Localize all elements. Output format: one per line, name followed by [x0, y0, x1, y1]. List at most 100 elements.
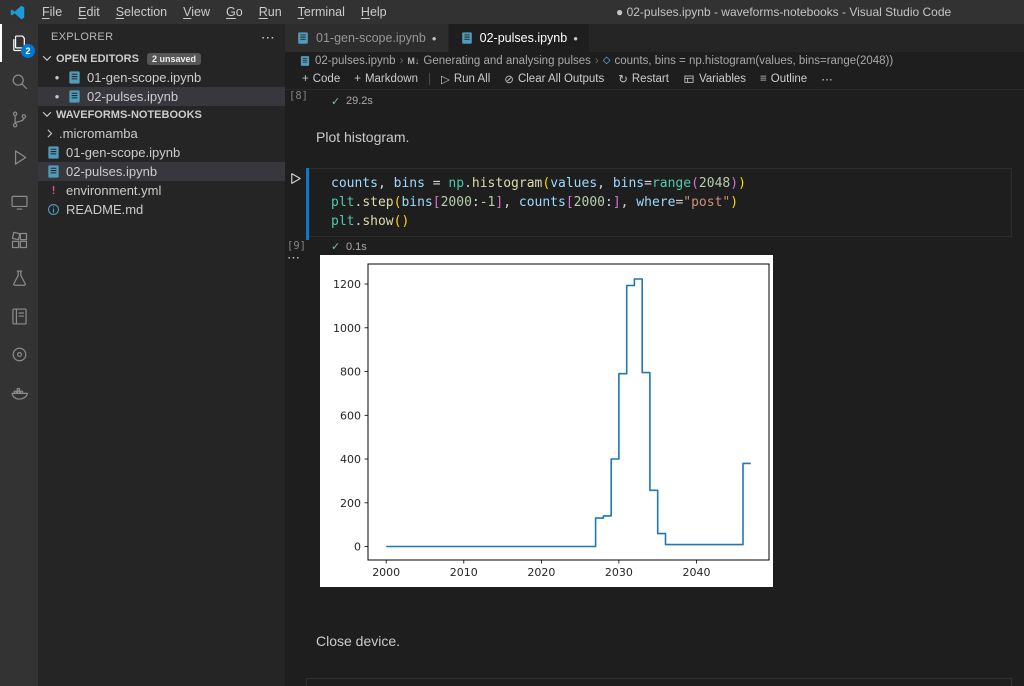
open-editor-01-gen-scope.ipynb[interactable]: ●01-gen-scope.ipynb [38, 68, 285, 87]
modified-dot-icon: ● [52, 92, 62, 101]
activitybar-search-icon[interactable] [0, 62, 38, 100]
tree-item-README.md[interactable]: README.md [38, 200, 285, 219]
activitybar-extensions-icon[interactable] [0, 221, 38, 259]
workspace-header[interactable]: WAVEFORMS-NOTEBOOKS [38, 106, 285, 124]
activitybar-run-debug-icon[interactable] [0, 138, 38, 176]
tree-item-environment.yml[interactable]: !environment.yml [38, 181, 285, 200]
markdown-cell-close-device[interactable]: Close device. [316, 633, 400, 649]
toolbar-markdown-button[interactable]: + Markdown [347, 69, 425, 89]
sidebar-title-row: EXPLORER ⋯ [38, 24, 285, 50]
svg-text:2040: 2040 [683, 566, 711, 579]
toolbar-restart-button[interactable]: ↻ Restart [611, 69, 676, 89]
output-options-icon[interactable]: ⋯ [287, 250, 301, 266]
run-all-icon: ▷ [441, 72, 450, 86]
activitybar-source-control-icon[interactable] [0, 100, 38, 138]
svg-text:2000: 2000 [372, 566, 400, 579]
yaml-file-icon: ! [46, 183, 61, 198]
markdown-icon: M↓ [407, 56, 419, 66]
notebook-file-icon [460, 31, 474, 45]
info-file-icon [46, 202, 61, 217]
tree-item-.micromamba[interactable]: .micromamba [38, 124, 285, 143]
menu-terminal[interactable]: Terminal [290, 0, 353, 24]
tab-label: 01-gen-scope.ipynb [316, 31, 426, 45]
toolbar-more-button[interactable]: ⋯ [814, 69, 840, 89]
tree-item-01-gen-scope.ipynb[interactable]: 01-gen-scope.ipynb [38, 143, 285, 162]
chevron-right-icon [42, 126, 57, 141]
symbol-icon: ◇ [603, 55, 611, 66]
execution-time: 29.2s [346, 95, 373, 107]
breadcrumb-separator: › [400, 55, 404, 67]
svg-text:400: 400 [340, 453, 361, 466]
restart-icon: ↻ [618, 72, 628, 86]
toolbar-divider [429, 73, 430, 85]
toolbar-label: Clear All Outputs [518, 73, 604, 85]
activitybar-docker-icon[interactable] [0, 373, 38, 411]
tab-01-gen-scope.ipynb[interactable]: 01-gen-scope.ipynb ● [285, 24, 449, 52]
tree-item-02-pulses.ipynb[interactable]: 02-pulses.ipynb [38, 162, 285, 181]
breadcrumb-separator: › [595, 55, 599, 67]
outline-icon: ≡ [760, 73, 767, 85]
toolbar-label: Run All [454, 73, 490, 85]
toolbar-outline-button[interactable]: ≡ Outline [753, 69, 814, 89]
tab-label: 02-pulses.ipynb [480, 31, 568, 45]
histogram-plot: 2000201020202030204002004006008001000120… [320, 255, 773, 587]
cell-code-editor[interactable]: counts, bins = np.histogram(values, bins… [306, 168, 1012, 237]
menu-help[interactable]: Help [353, 0, 395, 24]
next-code-cell[interactable] [306, 678, 1012, 686]
svg-text:800: 800 [340, 366, 361, 379]
code-line: plt.step(bins[2000:-1], counts[2000:], w… [331, 193, 1003, 212]
cell-status-bar: [9] ✓ 0.1s [306, 237, 1012, 255]
code-cell: counts, bins = np.histogram(values, bins… [306, 168, 1012, 255]
file-name: 01-gen-scope.ipynb [87, 70, 201, 85]
breadcrumb-item[interactable]: M↓Generating and analysing pulses [407, 55, 591, 67]
activitybar-remote-explorer-icon[interactable] [0, 183, 38, 221]
toolbar-label: Code [313, 73, 341, 85]
toolbar-label: Outline [771, 73, 807, 85]
execution-count: [8] [289, 90, 308, 102]
explorer-badge: 2 [21, 44, 35, 58]
run-cell-button[interactable] [288, 171, 303, 186]
svg-text:600: 600 [340, 409, 361, 422]
explorer-more-actions-icon[interactable]: ⋯ [261, 29, 275, 46]
notebook-file-icon [299, 55, 311, 67]
open-editors-header[interactable]: OPEN EDITORS 2 unsaved [38, 50, 285, 68]
activitybar-explorer-icon[interactable]: 2 [0, 24, 38, 62]
notebook-file-icon [67, 70, 82, 85]
svg-text:200: 200 [340, 497, 361, 510]
toolbar-label: Restart [632, 73, 669, 85]
tab-bar: 01-gen-scope.ipynb ● 02-pulses.ipynb ● [285, 24, 1024, 52]
toolbar-run-all-button[interactable]: ▷ Run All [434, 69, 497, 89]
file-name: 01-gen-scope.ipynb [66, 145, 180, 160]
execution-time: 0.1s [346, 241, 367, 253]
menu-run[interactable]: Run [251, 0, 290, 24]
breadcrumb-item[interactable]: ◇counts, bins = np.histogram(values, bin… [603, 55, 893, 67]
chevron-down-icon [40, 51, 54, 68]
explorer-sidebar: EXPLORER ⋯ OPEN EDITORS 2 unsaved ●01-ge… [38, 24, 285, 686]
activitybar-testing-icon[interactable] [0, 259, 38, 297]
modified-dot-icon[interactable]: ● [432, 34, 437, 43]
menu-go[interactable]: Go [218, 0, 251, 24]
plus-icon: + [354, 73, 361, 85]
toolbar-code-button[interactable]: + Code [295, 69, 347, 89]
markdown-cell-plot-histogram[interactable]: Plot histogram. [316, 129, 409, 145]
activitybar-jupyter-icon[interactable] [0, 335, 38, 373]
plus-icon: + [302, 73, 309, 85]
menu-edit[interactable]: Edit [70, 0, 108, 24]
modified-dot-icon[interactable]: ● [573, 34, 578, 43]
breadcrumb-item[interactable]: 02-pulses.ipynb [299, 55, 396, 67]
notebook-file-icon [296, 31, 310, 45]
menu-view[interactable]: View [175, 0, 218, 24]
open-editor-02-pulses.ipynb[interactable]: ●02-pulses.ipynb [38, 87, 285, 106]
toolbar-label: Markdown [365, 73, 418, 85]
tab-02-pulses.ipynb[interactable]: 02-pulses.ipynb ● [449, 24, 590, 52]
activitybar-notebook-icon[interactable] [0, 297, 38, 335]
toolbar-variables-button[interactable]: Variables [676, 69, 753, 89]
svg-text:2030: 2030 [605, 566, 633, 579]
toolbar-clear-all-outputs-button[interactable]: ⊘ Clear All Outputs [497, 69, 611, 89]
previous-cell-status: [8] ✓ 29.2s [285, 90, 505, 108]
svg-text:1000: 1000 [333, 322, 361, 335]
window-title: ● 02-pulses.ipynb - waveforms-notebooks … [616, 0, 951, 24]
clear-outputs-icon: ⊘ [504, 72, 514, 86]
menu-file[interactable]: File [34, 0, 70, 24]
menu-selection[interactable]: Selection [108, 0, 175, 24]
